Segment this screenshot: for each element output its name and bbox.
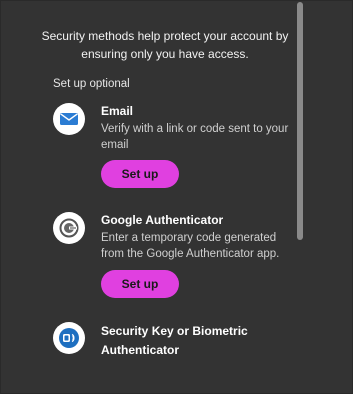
- method-description: Verify with a link or code sent to your …: [101, 123, 289, 151]
- method-title: Security Key or Biometric Authenticator: [101, 324, 248, 357]
- google-authenticator-icon: [53, 212, 85, 244]
- method-title: Email: [101, 104, 134, 118]
- method-email: Email Verify with a link or code sent to…: [53, 103, 293, 193]
- method-title: Google Authenticator: [101, 213, 224, 227]
- scrollbar-thumb[interactable]: [297, 2, 303, 240]
- method-description: Enter a temporary code generated from th…: [101, 232, 280, 260]
- google-authenticator-setup-button[interactable]: Set up: [101, 270, 179, 298]
- biometric-key-icon: [53, 322, 85, 354]
- envelope-icon: [53, 103, 85, 135]
- intro-text: Security methods help protect your accou…: [41, 29, 289, 61]
- method-google-authenticator: Google Authenticator Enter a temporary c…: [53, 212, 293, 302]
- method-security-key: Security Key or Biometric Authenticator: [53, 322, 293, 362]
- email-setup-button[interactable]: Set up: [101, 160, 179, 188]
- section-label: Set up optional: [53, 78, 130, 90]
